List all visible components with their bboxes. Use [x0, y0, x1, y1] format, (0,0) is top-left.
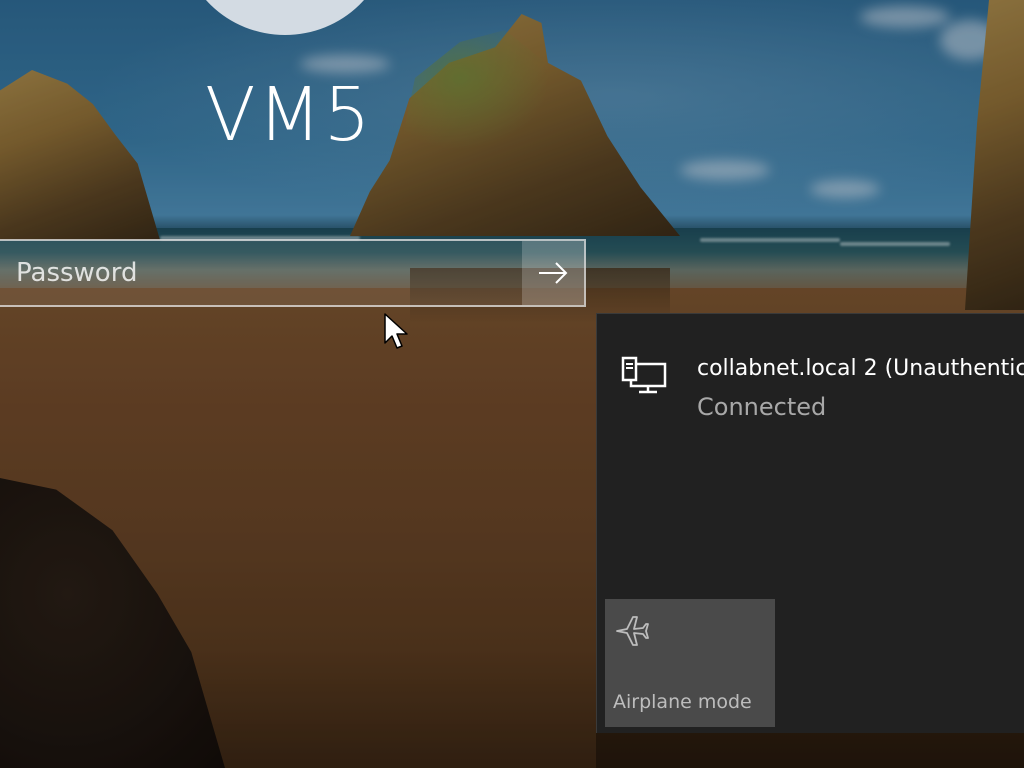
mouse-pointer-icon — [384, 313, 408, 349]
network-status: Connected — [697, 393, 827, 421]
lock-screen: VM5 collabnet.local 2 (Unauthenticated) … — [0, 0, 1024, 768]
flyout-footer — [596, 733, 1024, 768]
wired-network-icon — [621, 356, 667, 394]
airplane-icon — [616, 616, 649, 646]
network-flyout: collabnet.local 2 (Unauthenticated) Conn… — [596, 313, 1024, 733]
airplane-mode-toggle[interactable]: Airplane mode — [605, 599, 775, 727]
password-input[interactable] — [0, 241, 522, 305]
submit-button[interactable] — [522, 241, 584, 305]
network-name: collabnet.local 2 (Unauthenticated) — [697, 356, 1024, 381]
arrow-right-icon — [539, 262, 568, 284]
network-list-item[interactable]: collabnet.local 2 (Unauthenticated) Conn… — [597, 344, 1024, 434]
password-field-container — [0, 239, 586, 307]
username-label: VM5 — [205, 72, 373, 158]
airplane-mode-label: Airplane mode — [613, 691, 752, 713]
